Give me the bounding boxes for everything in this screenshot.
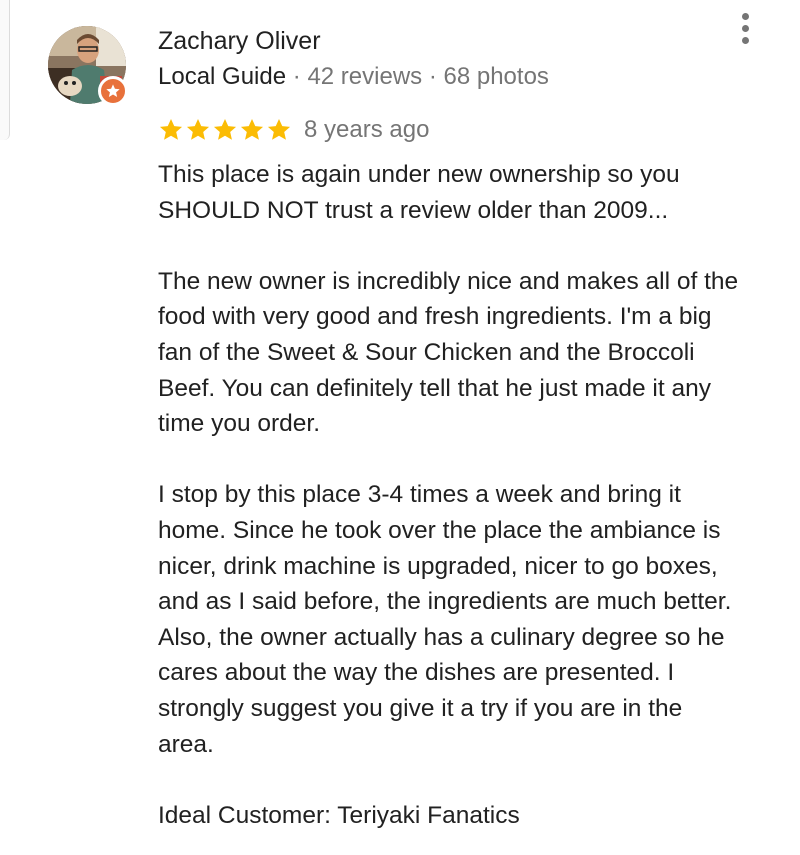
review-line: nicer, drink machine is upgraded, nicer … [158, 552, 718, 580]
local-guide-label: Local Guide [158, 63, 287, 90]
star-icon [266, 117, 292, 143]
author-name[interactable]: Zachary Oliver [158, 27, 321, 56]
review-line: fan of the Sweet & Sour Chicken and the … [158, 338, 695, 366]
rating-row: 8 years ago [158, 113, 429, 147]
review-date: 8 years ago [304, 116, 430, 143]
review-line: Ideal Customer: Teriyaki Fanatics [158, 801, 520, 829]
review-line: home. Since he took over the place the a… [158, 516, 721, 544]
review-line: and as I said before, the ingredients ar… [158, 588, 732, 616]
review-line: SHOULD NOT trust a review older than 200… [158, 196, 669, 224]
local-guide-star-icon [98, 76, 128, 106]
review-line: cares about the way the dishes are prese… [158, 659, 675, 687]
star-icon [158, 117, 184, 143]
review-line: time you order. [158, 410, 321, 438]
review-line: I stop by this place 3-4 times a week an… [158, 481, 681, 509]
star-icon [239, 117, 265, 143]
star-icon [185, 117, 211, 143]
review-line: strongly suggest you give it a try if yo… [158, 694, 683, 722]
review-text: This place is again under new ownership … [158, 157, 788, 833]
meta-separator: · [292, 63, 301, 90]
previous-card-edge [0, 0, 10, 140]
more-options-button[interactable] [730, 10, 760, 46]
photo-count: 68 photos [443, 63, 549, 90]
author-avatar[interactable] [48, 26, 128, 106]
more-vert-icon [741, 12, 749, 20]
review-count: 42 reviews [307, 63, 423, 90]
author-meta[interactable]: Local Guide · 42 reviews · 68 photos [158, 63, 549, 91]
review-line: Beef. You can definitely tell that he ju… [158, 374, 711, 402]
star-rating [158, 117, 292, 143]
review-line: Also, the owner actually has a culinary … [158, 623, 725, 651]
review-line: This place is again under new ownership … [158, 161, 680, 188]
review-line: food with very good and fresh ingredient… [158, 303, 712, 331]
review-line: area. [158, 730, 214, 758]
review-line: The new owner is incredibly nice and mak… [158, 267, 739, 295]
star-icon [212, 117, 238, 143]
meta-separator: · [428, 63, 437, 90]
